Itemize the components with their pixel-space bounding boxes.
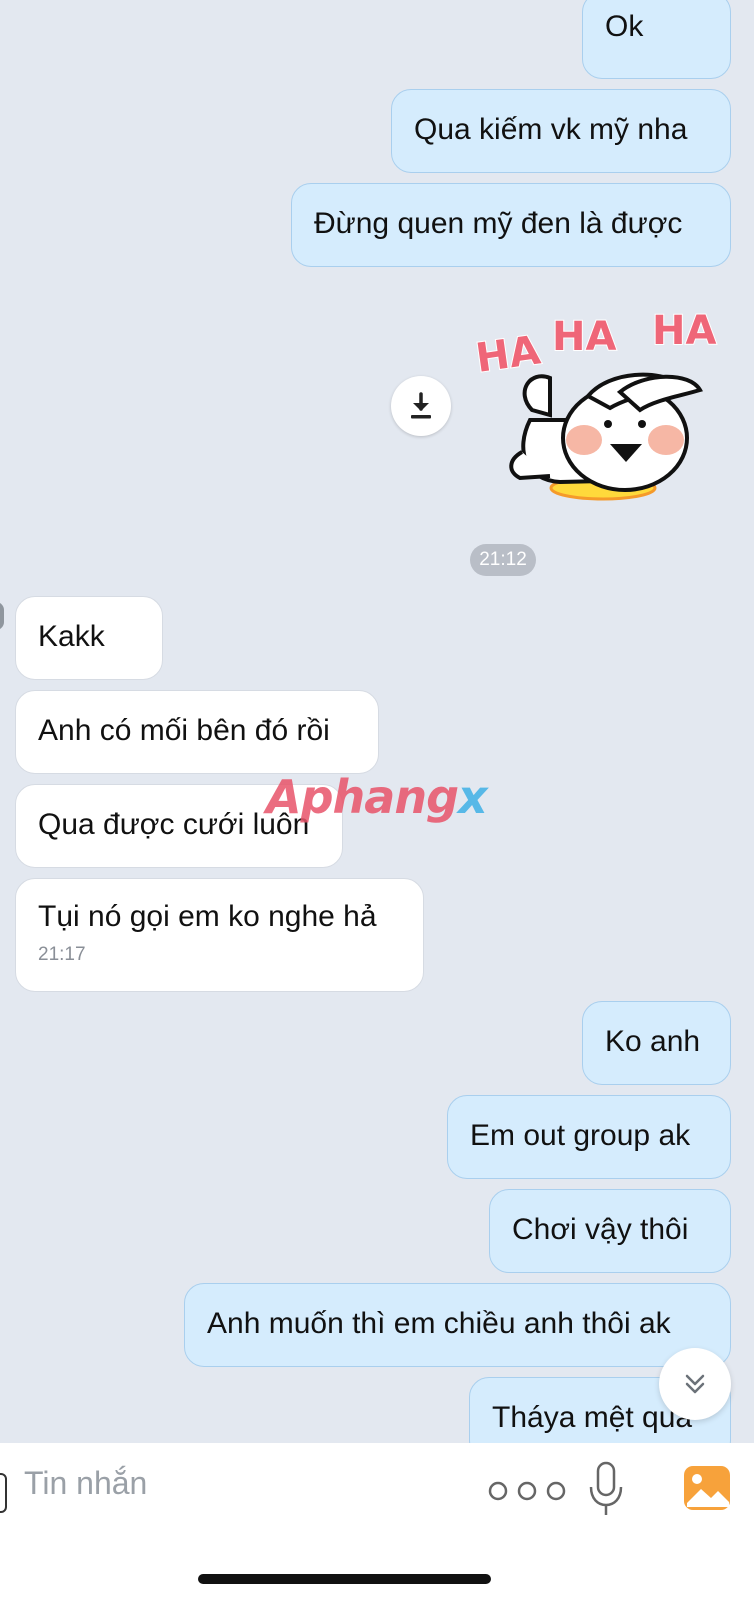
message-bubble-outgoing[interactable]: Đừng quen mỹ đen là được [291,183,731,267]
watermark-suffix: x [458,770,488,824]
message-bubble-outgoing[interactable]: Qua kiếm vk mỹ nha [391,89,731,173]
message-text: Tụi nó gọi em ko nghe hả [38,900,377,933]
message-bubble-outgoing[interactable]: Anh muốn thì em chiều anh thôi ak [184,1283,731,1367]
message-input[interactable]: Tin nhắn [24,1465,147,1502]
message-text: Qua kiếm vk mỹ nha [414,113,688,146]
message-timestamp: 21:17 [38,944,86,965]
message-text: Kakk [38,620,105,653]
emoji-icon[interactable] [0,1473,7,1513]
time-divider: 21:12 [470,544,536,576]
message-text: Ok [605,10,644,43]
message-text: Đừng quen mỹ đen là được [314,207,683,240]
microphone-icon[interactable] [588,1461,624,1519]
double-chevron-down-icon [685,1374,705,1394]
sticker-text: HA [652,308,716,354]
message-bubble-outgoing[interactable]: Ok [582,0,731,79]
avatar[interactable] [0,602,4,630]
download-button[interactable] [391,376,451,436]
message-bubble-outgoing[interactable]: Chơi vậy thôi [489,1189,731,1273]
watermark-text: Aphang [266,770,459,824]
message-bubble-outgoing[interactable]: Ko anh [582,1001,731,1085]
watermark-logo: Aphangx [266,770,488,824]
home-indicator [198,1574,491,1584]
more-options-icon[interactable] [486,1471,568,1511]
message-text: Tháya mệt qua [492,1401,693,1434]
sticker-text: HA [473,327,543,382]
message-bubble-incoming[interactable]: Anh có mối bên đó rồi [15,690,379,774]
scroll-to-bottom-button[interactable] [659,1348,731,1420]
message-bubble-outgoing[interactable]: Em out group ak [447,1095,731,1179]
message-text: Anh có mối bên đó rồi [38,714,330,747]
download-icon [411,392,431,419]
message-bubble-incoming[interactable]: Tụi nó gọi em ko nghe hả 21:17 [15,878,424,992]
message-text: Anh muốn thì em chiều anh thôi ak [207,1307,671,1340]
message-text: Chơi vậy thôi [512,1213,689,1246]
message-composer: Tin nhắn [0,1443,754,1600]
sticker-text: HA [552,314,616,360]
sticker-laughing-bunny[interactable]: HA HA HA [470,300,740,515]
message-bubble-incoming[interactable]: Kakk [15,596,163,680]
message-text: Em out group ak [470,1119,691,1152]
message-text: Ko anh [605,1025,701,1058]
gallery-icon[interactable] [683,1465,731,1511]
